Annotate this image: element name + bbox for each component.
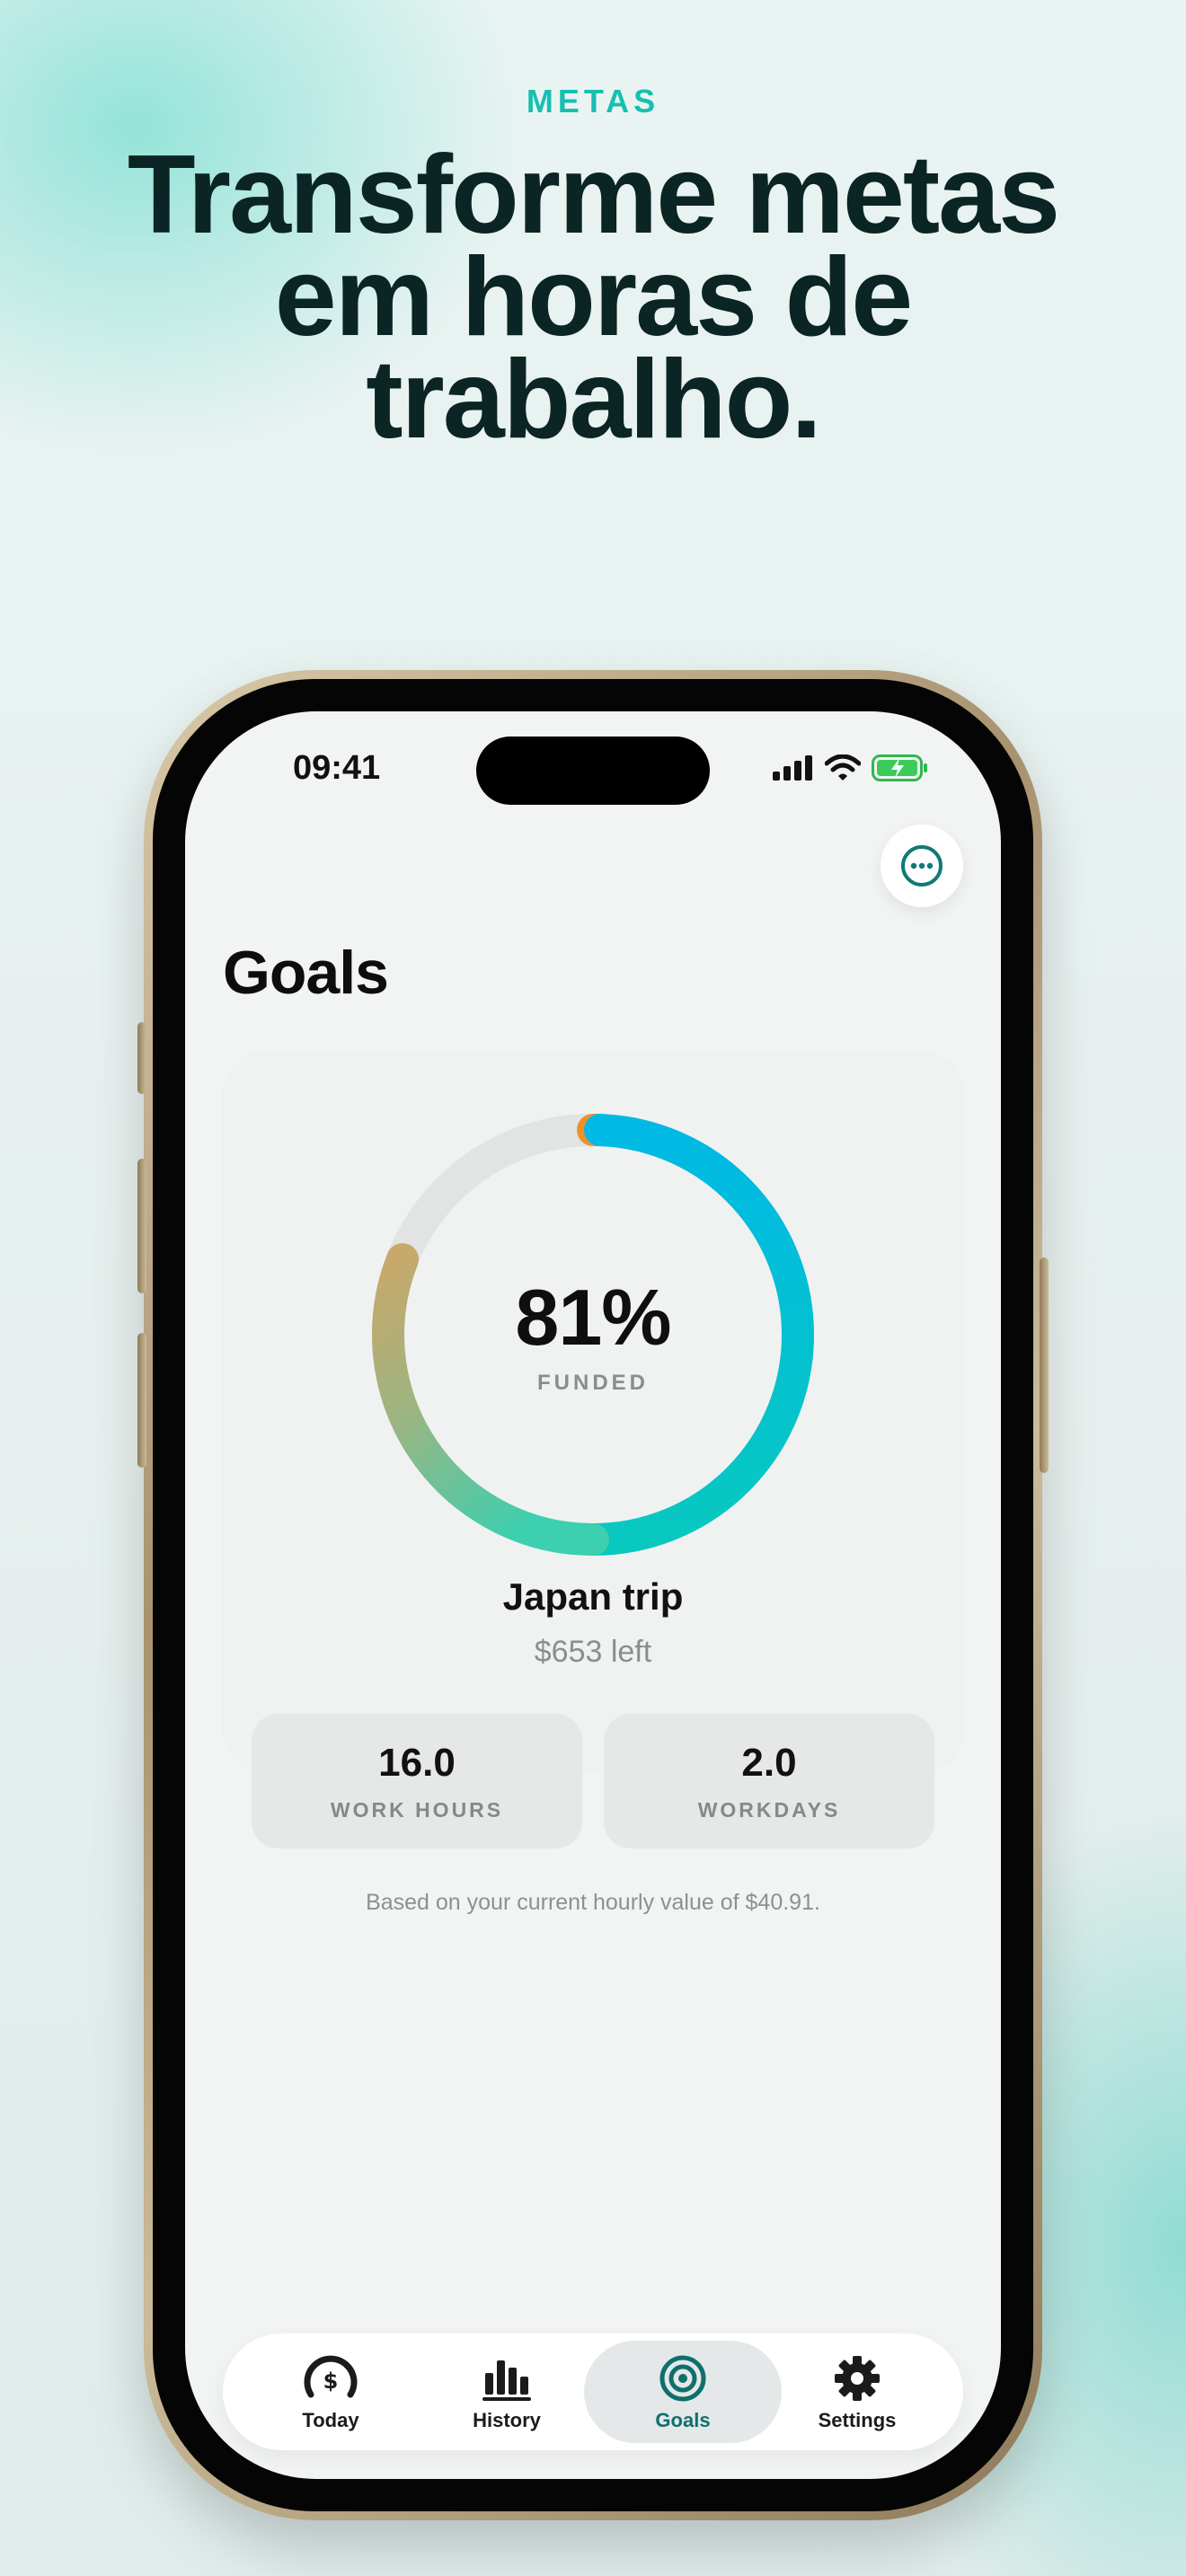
- stat-workdays-value: 2.0: [741, 1741, 797, 1785]
- action-button: [137, 1022, 146, 1094]
- wifi-icon: [825, 754, 861, 781]
- tab-goals[interactable]: Goals: [584, 2341, 782, 2443]
- tab-settings-label: Settings: [818, 2409, 897, 2431]
- progress-caption: FUNDED: [537, 1371, 649, 1395]
- gauge-dollar-icon: $: [304, 2355, 358, 2398]
- status-icons: [773, 754, 929, 781]
- stat-workdays-label: WORKDAYS: [697, 1798, 841, 1822]
- headline-line-2: em horas de: [274, 235, 914, 359]
- tab-today[interactable]: $ Today: [232, 2341, 429, 2443]
- headline: Transforme metas em horas de trabalho.: [54, 133, 1132, 462]
- progress-percent: 81%: [515, 1273, 671, 1362]
- tab-goals-label: Goals: [655, 2409, 711, 2431]
- goal-name: Japan trip: [502, 1575, 684, 1618]
- target-icon: [659, 2355, 706, 2402]
- tab-bar: $ Today History Goals Settings: [223, 2333, 963, 2450]
- dynamic-island: [476, 737, 710, 805]
- hourly-value-footnote: Based on your current hourly value of $4…: [366, 1890, 820, 1915]
- bar-chart-icon: [482, 2360, 531, 2401]
- tab-today-label: Today: [302, 2409, 359, 2431]
- eyebrow-label: METAS: [526, 83, 660, 119]
- progress-ring: 81% FUNDED: [368, 1110, 818, 1559]
- stat-workdays: 2.0 WORKDAYS: [604, 1714, 934, 1848]
- volume-up-button: [137, 1159, 146, 1293]
- gear-icon: [835, 2356, 880, 2401]
- ellipsis-circle-icon: [901, 845, 943, 887]
- status-time: 09:41: [293, 749, 381, 787]
- svg-text:$: $: [323, 2369, 339, 2394]
- volume-down-button: [137, 1333, 146, 1468]
- stat-work-hours: 16.0 WORK HOURS: [252, 1714, 582, 1848]
- headline-line-3: trabalho.: [366, 338, 822, 462]
- progress-ring-start-cover: [584, 1114, 616, 1146]
- more-options-button[interactable]: [881, 825, 963, 907]
- battery-charging-icon: [872, 754, 927, 781]
- headline-line-1: Transforme metas: [127, 133, 1060, 257]
- phone-screen: 09:41 Goals 81% FUNDED Japan trip $653 l…: [185, 711, 1001, 2479]
- stat-work-hours-value: 16.0: [378, 1741, 456, 1785]
- power-button: [1040, 1257, 1049, 1473]
- tab-settings[interactable]: Settings: [758, 2341, 956, 2443]
- stat-work-hours-label: WORK HOURS: [330, 1798, 504, 1822]
- tab-history[interactable]: History: [408, 2341, 606, 2443]
- page-title: Goals: [223, 939, 389, 1007]
- goal-remaining: $653 left: [534, 1635, 652, 1669]
- tab-history-label: History: [473, 2409, 541, 2431]
- cellular-signal-icon: [773, 755, 812, 781]
